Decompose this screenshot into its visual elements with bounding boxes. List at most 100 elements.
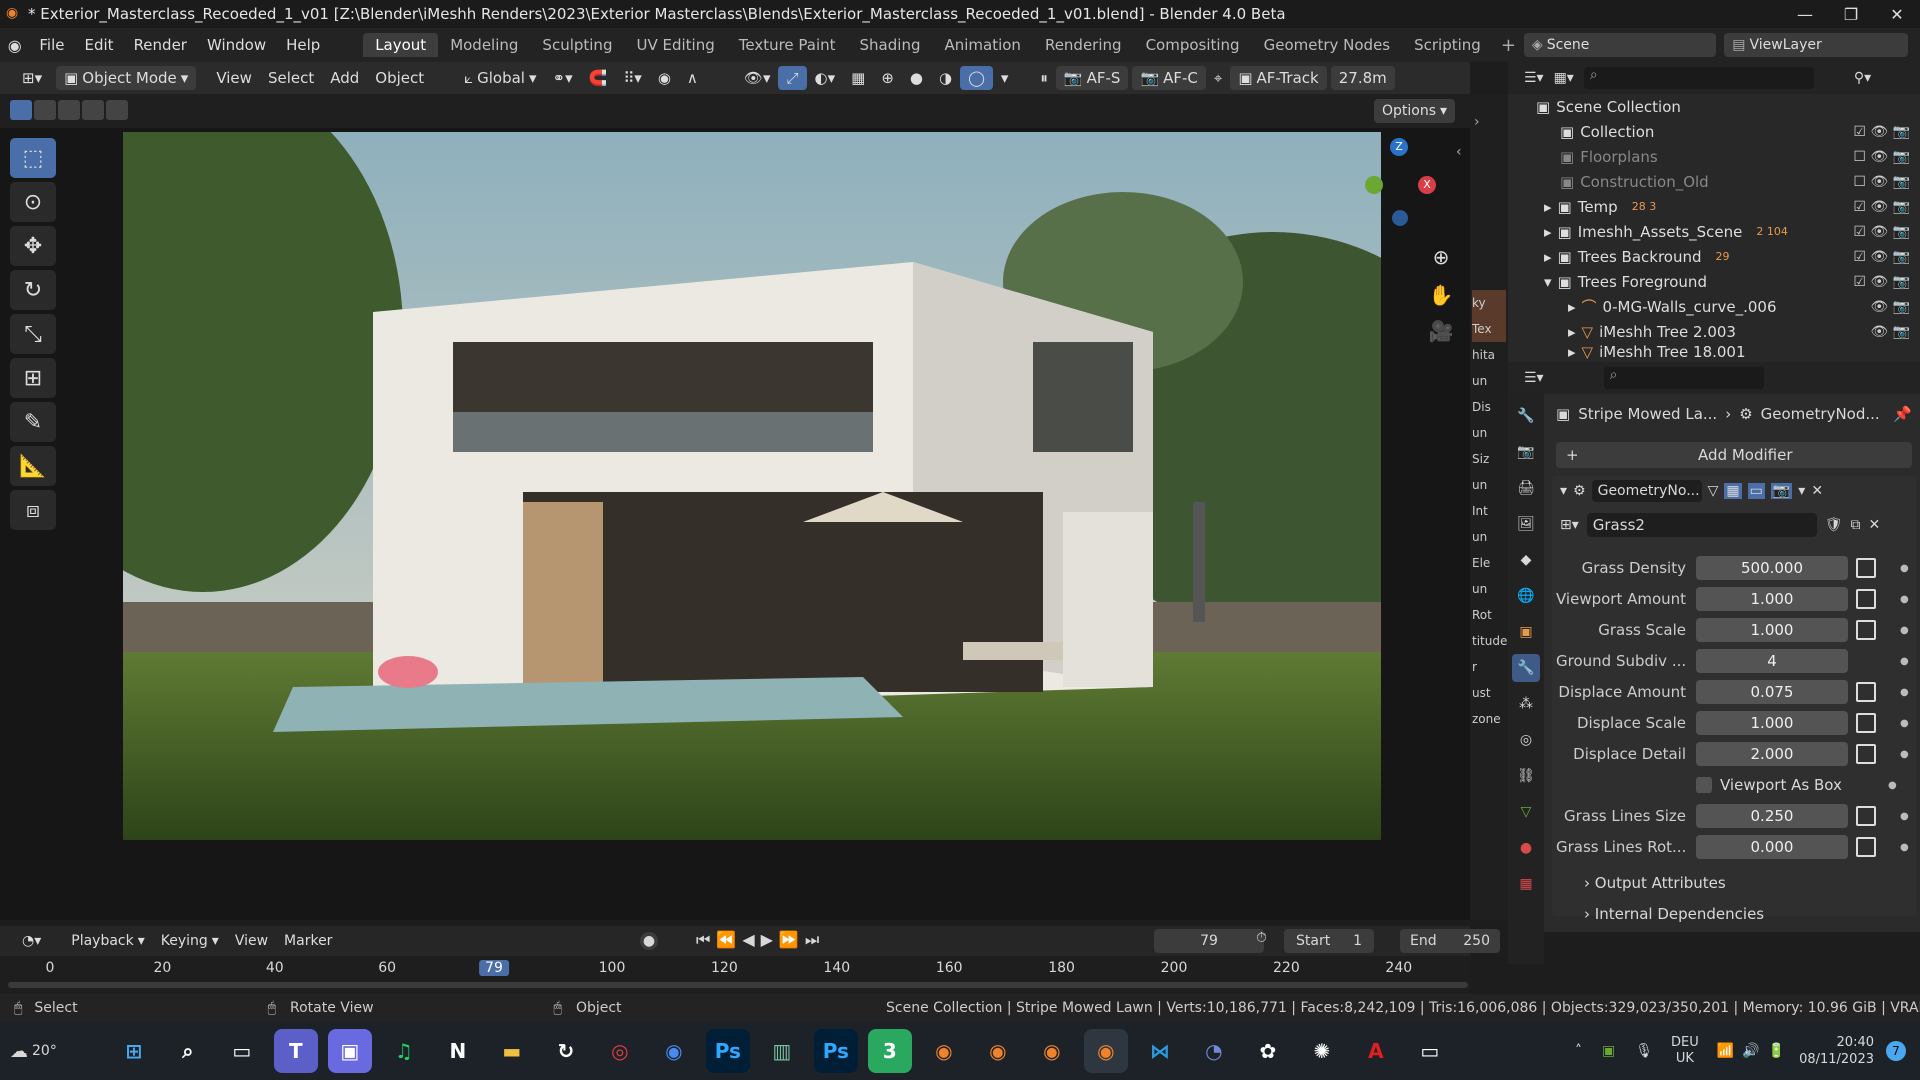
snap-target-icon[interactable]: ⠿▾ [615, 66, 650, 90]
viewport-amount-field[interactable]: 1.000 [1696, 587, 1848, 611]
outliner-row[interactable]: ▾ ▣ Trees Foreground ☑ 👁 📷 [1508, 269, 1920, 294]
playback-controls[interactable]: ⏮⏪◀▶⏩⏭ [696, 930, 825, 950]
discord-icon[interactable]: ◔ [1192, 1029, 1236, 1073]
menu-select[interactable]: Select [260, 66, 322, 90]
browser-icon[interactable]: ◎ [598, 1029, 642, 1073]
sidebar-expand-icon[interactable]: › [1474, 114, 1480, 130]
3d-viewport[interactable]: ⬚ ⊙ ✥ ↻ ⤡ ⊞ ✎ 📐 ⧈ Z X ⊕ ✋ 🎥 ‹ [0, 128, 1470, 920]
blender-icon[interactable]: ◉ [1030, 1029, 1074, 1073]
search-icon[interactable]: ⌕ [166, 1029, 210, 1073]
particles-tab-icon[interactable]: ⁂ [1512, 690, 1540, 718]
keyframe-dot-icon[interactable]: ● [1900, 749, 1909, 760]
render-tab-icon[interactable]: 📷 [1512, 438, 1540, 466]
windows-start-icon[interactable]: ⊞ [112, 1029, 156, 1073]
proportional-icon[interactable]: ◉ [650, 66, 679, 90]
edit-mode-toggle-icon[interactable]: ▽ [1708, 483, 1719, 499]
node-socket-icon[interactable] [1856, 620, 1876, 640]
xray-icon[interactable]: ▦ [843, 66, 873, 90]
outliner-row[interactable]: ▣ Collection ☑ 👁 📷 [1508, 119, 1920, 144]
modifier-menu-icon[interactable]: ▾ [1798, 483, 1805, 499]
close-icon[interactable]: ✕ [1874, 0, 1920, 28]
sidebar-tab[interactable]: un Dis [1472, 368, 1506, 420]
teams-icon[interactable]: T [273, 1029, 318, 1073]
grass-density-field[interactable]: 500.000 [1696, 556, 1848, 580]
blender-icon[interactable]: ◉ [976, 1029, 1020, 1073]
cursor-tool-icon[interactable]: ⊙ [10, 182, 56, 222]
pause-render-icon[interactable]: ⏸ [1032, 66, 1056, 90]
terminal-icon[interactable]: ▭ [1408, 1029, 1452, 1073]
select-intersect-icon[interactable] [106, 100, 128, 120]
sidebar-tab[interactable]: ky Tex [1472, 290, 1506, 342]
menu-edit[interactable]: Edit [75, 36, 124, 54]
tab-layout[interactable]: Layout [363, 33, 439, 57]
outliner-row[interactable]: ▸ ⌒ 0-MG-Walls_curve_.006 👁 📷 [1508, 294, 1920, 319]
falloff-icon[interactable]: ∧ [679, 66, 706, 90]
select-invert-icon[interactable] [82, 100, 104, 120]
notion-icon[interactable]: N [436, 1029, 480, 1073]
gizmo-z-axis[interactable]: Z [1390, 138, 1408, 156]
row-visibility-toggles[interactable]: ☐ 👁 📷 [1853, 149, 1910, 165]
add-cube-tool-icon[interactable]: ⧈ [10, 490, 56, 530]
outliner-search-input[interactable]: ⌕ [1583, 67, 1814, 89]
modifier-tab-icon[interactable]: 🔧 [1512, 654, 1540, 682]
output-tab-icon[interactable]: 🖨 [1512, 474, 1540, 502]
restore-icon[interactable]: ❐ [1828, 0, 1874, 28]
tray-overflow-icon[interactable]: ˄ [1575, 1043, 1582, 1059]
acrobat-icon[interactable]: A [1354, 1029, 1398, 1073]
outliner-editor-icon[interactable]: ☰▾ [1524, 70, 1544, 86]
af-s-button[interactable]: 📷 AF-S [1055, 66, 1129, 90]
transform-orientation[interactable]: ⟀ Global ▾ [456, 66, 544, 90]
unlink-icon[interactable]: ✕ [1869, 517, 1881, 533]
viewlayer-selector[interactable]: ▤ ViewLayer [1724, 33, 1908, 57]
sidebar-tab[interactable]: un Siz [1472, 420, 1506, 472]
outliner-row[interactable]: ▸ ▽ iMeshh Tree 18.001 [1508, 344, 1920, 359]
menu-keying[interactable]: Keying ▾ [153, 929, 227, 953]
menu-help[interactable]: Help [276, 36, 330, 54]
displace-scale-field[interactable]: 1.000 [1696, 711, 1848, 735]
tab-geometry-nodes[interactable]: Geometry Nodes [1252, 33, 1403, 57]
displace-amount-field[interactable]: 0.075 [1696, 680, 1848, 704]
select-mode-buttons[interactable] [10, 100, 128, 120]
expand-arrow-icon[interactable]: ▸ [1568, 323, 1576, 341]
blender-menu-icon[interactable]: ◉ [0, 36, 29, 55]
sidebar-tab[interactable]: zone [1472, 706, 1506, 732]
record-icon[interactable]: ● [640, 932, 658, 950]
vscode-icon[interactable]: ⋈ [1138, 1029, 1182, 1073]
move-tool-icon[interactable]: ✥ [10, 226, 56, 266]
solid-shading-icon[interactable]: ● [902, 66, 931, 90]
language-indicator[interactable]: DEU UK [1671, 1035, 1699, 1067]
sidebar-tab[interactable]: hita [1472, 342, 1506, 368]
menu-add[interactable]: Add [322, 66, 367, 90]
keyframe-dot-icon[interactable]: ● [1900, 687, 1909, 698]
row-visibility-toggles[interactable]: ☐ 👁 📷 [1853, 174, 1910, 190]
modifier-header[interactable]: ▾ ⚙ GeometryNo... ▽ ▦ ▭ 📷 ▾ ✕ [1552, 476, 1916, 506]
outliner-row[interactable]: ▸ ▣ Imeshh_Assets_Scene 2 104 ☑ 👁 📷 [1508, 219, 1920, 244]
mode-selector[interactable]: ▣ Object Mode ▾ [56, 66, 197, 90]
menu-view[interactable]: View [208, 66, 260, 90]
data-tab-icon[interactable]: ▽ [1512, 798, 1540, 826]
node-socket-icon[interactable] [1856, 682, 1876, 702]
app-3-icon[interactable]: 3 [867, 1029, 912, 1073]
overlay-icon[interactable]: ◐▾ [807, 66, 844, 90]
keyframe-dot-icon[interactable]: ● [1888, 780, 1897, 791]
weather-widget[interactable]: ☁ 20° [10, 1041, 57, 1062]
microphone-icon[interactable]: 🎙 [1635, 1043, 1653, 1059]
tab-compositing[interactable]: Compositing [1134, 33, 1252, 57]
af-track-button[interactable]: ▣ AF-Track [1230, 66, 1327, 90]
select-new-icon[interactable] [10, 100, 32, 120]
row-visibility-toggles[interactable]: 👁 📷 [1870, 324, 1910, 340]
menu-marker[interactable]: Marker [276, 929, 340, 953]
navigation-gizmo[interactable]: Z X [1360, 138, 1440, 238]
pan-hand-icon[interactable]: ✋ [1424, 278, 1458, 312]
add-modifier-button[interactable]: + Add Modifier [1556, 442, 1912, 468]
wifi-icon[interactable]: 📶 [1717, 1043, 1734, 1059]
measure-tool-icon[interactable]: 📐 [10, 446, 56, 486]
chrome-icon[interactable]: ◉ [652, 1029, 696, 1073]
keyframe-dot-icon[interactable]: ● [1900, 842, 1909, 853]
photoshop-icon[interactable]: Ps [813, 1029, 858, 1073]
fake-user-icon[interactable]: 🛡 [1825, 517, 1843, 533]
outliner-row[interactable]: ▸ ▣ Temp 28 3 ☑ 👁 📷 [1508, 194, 1920, 219]
keyframe-dot-icon[interactable]: ● [1900, 656, 1909, 667]
display-mode-icon[interactable]: ▦▾ [1554, 70, 1574, 86]
row-visibility-toggles[interactable]: ☑ 👁 📷 [1853, 224, 1910, 240]
